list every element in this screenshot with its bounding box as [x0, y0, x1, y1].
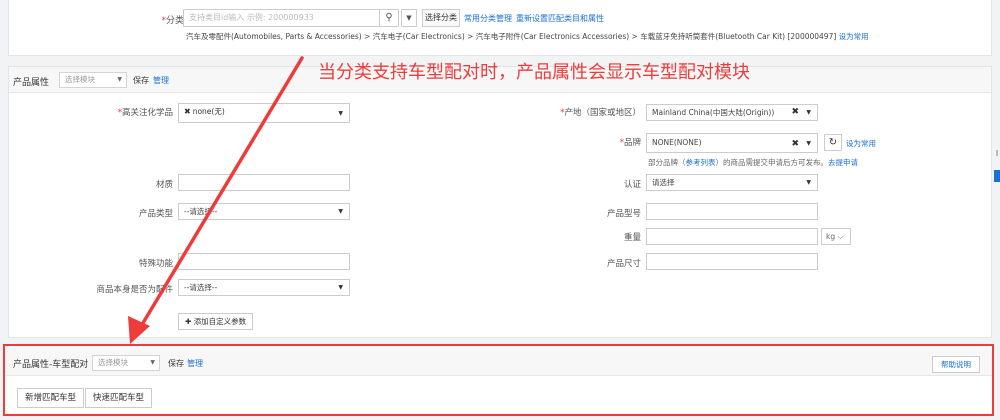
brand-list-link[interactable]: 参考列表 [686, 158, 716, 167]
caret-down-icon: ▼ [338, 208, 343, 215]
select-category-button[interactable]: 选择分类 [422, 9, 460, 27]
attributes-manage-link[interactable]: 管理 [153, 75, 169, 86]
chevron-down-icon: ⌵ [837, 232, 844, 241]
certification-label: 认证 [623, 180, 641, 190]
is-accessory-select[interactable]: --请选择-- ▼ [178, 279, 350, 296]
category-search-input[interactable]: 支持类目id输入 示例: 200000933 [183, 9, 379, 27]
vehicle-template-select[interactable]: 选择模块 ▼ [92, 355, 160, 371]
brand-note: 部分品牌（参考列表）的商品需提交申请后方可发布。去提申请 [648, 158, 858, 167]
category-search-button[interactable]: ⚲ [379, 9, 399, 27]
special-function-label: 特殊功能 [138, 259, 173, 269]
category-dropdown-button[interactable]: ▼ [401, 9, 417, 27]
product-type-select[interactable]: --请选择-- ▼ [178, 203, 350, 220]
clear-icon[interactable]: ✖ [791, 105, 799, 120]
brand-apply-link[interactable]: 去提申请 [828, 158, 858, 167]
model-label: 产品型号 [606, 209, 641, 219]
caret-down-icon: ▼ [806, 109, 811, 116]
plus-icon: ✚ [185, 317, 192, 326]
caret-down-icon: ▼ [338, 110, 343, 117]
add-vehicle-match-button[interactable]: 新增匹配车型 [17, 388, 85, 408]
caret-down-icon: ▼ [117, 76, 122, 83]
common-category-manage-link[interactable]: 常用分类管理 [464, 14, 512, 23]
reset-category-link[interactable]: 重新设置匹配类目和属性 [516, 14, 604, 23]
caret-down-icon: ▼ [806, 179, 811, 186]
brand-refresh-button[interactable]: ↻ [824, 134, 842, 151]
edge-tab[interactable] [994, 170, 1000, 182]
brand-label: *品牌 [619, 138, 641, 148]
clear-icon[interactable]: ✖ [791, 135, 799, 153]
origin-label: *产地（国家或地区） [560, 108, 641, 118]
category-links: 常用分类管理 重新设置匹配类目和属性 [464, 13, 608, 24]
product-type-label: 产品类型 [138, 209, 173, 219]
caret-down-icon: ▼ [406, 14, 412, 22]
refresh-icon: ↻ [828, 137, 838, 148]
vehicle-header: 产品属性-车型配对 选择模块 ▼ 保存 管理 帮助说明 [5, 346, 992, 376]
vehicle-save-button[interactable]: 保存 [168, 358, 184, 369]
is-accessory-label: 商品本身是否为配件 [96, 285, 173, 295]
weight-unit-select[interactable]: kg ⌵ [821, 228, 851, 245]
caret-down-icon: ▼ [150, 359, 155, 366]
attributes-save-button[interactable]: 保存 [133, 75, 149, 86]
material-input[interactable] [178, 174, 350, 191]
category-label: *分类 [161, 16, 184, 26]
weight-label: 重量 [623, 233, 641, 243]
attributes-template-select[interactable]: 选择模块 ▼ [59, 72, 127, 88]
annotation-text: 当分类支持车型配对时，产品属性会显示车型配对模块 [318, 62, 750, 83]
quick-vehicle-match-button[interactable]: 快速匹配车型 [85, 388, 153, 408]
brand-select[interactable]: NONE(NONE) ✖ ▼ [646, 133, 818, 153]
brand-set-common-link[interactable]: 设为常用 [846, 138, 876, 149]
weight-input[interactable] [646, 228, 818, 245]
search-icon: ⚲ [385, 12, 393, 23]
attributes-title: 产品属性 [13, 78, 50, 88]
category-path: 汽车及零配件(Automobiles, Parts & Accessories)… [186, 32, 869, 41]
help-button[interactable]: 帮助说明 [932, 356, 980, 373]
caret-down-icon: ▼ [338, 284, 343, 291]
hazard-label: *高关注化学品 [117, 108, 173, 118]
add-custom-param-button[interactable]: ✚ 添加自定义参数 [178, 313, 254, 330]
hazard-select[interactable]: ✖ none(无) ▼ [178, 103, 350, 123]
page: *分类 支持类目id输入 示例: 200000933 ⚲ ▼ 选择分类 常用分类… [0, 0, 1000, 420]
edge-marker [996, 150, 998, 156]
size-label: 产品尺寸 [606, 259, 641, 269]
material-label: 材质 [155, 180, 173, 190]
model-input[interactable] [646, 203, 818, 220]
remove-tag-icon[interactable]: ✖ [184, 107, 191, 116]
caret-down-icon: ▼ [806, 140, 811, 147]
special-function-input[interactable] [178, 253, 350, 270]
vehicle-manage-link[interactable]: 管理 [187, 358, 203, 369]
origin-select[interactable]: Mainland China(中国大陆(Origin)) ✖ ▼ [646, 104, 818, 121]
set-common-link[interactable]: 设为常用 [839, 32, 869, 41]
certification-select[interactable]: 请选择 ▼ [646, 174, 818, 191]
hazard-tag: ✖ none(无) [184, 107, 225, 116]
category-panel: *分类 支持类目id输入 示例: 200000933 ⚲ ▼ 选择分类 常用分类… [8, 0, 992, 56]
vehicle-matching-panel: 产品属性-车型配对 选择模块 ▼ 保存 管理 帮助说明 新增匹配车型 快速匹配车型 [3, 344, 994, 416]
product-attributes-panel: 产品属性 选择模块 ▼ 保存 管理 *高关注化学品 ✖ none(无) ▼ *产地（… [8, 66, 992, 338]
size-input[interactable] [646, 253, 818, 270]
vehicle-title: 产品属性-车型配对 [13, 360, 89, 370]
